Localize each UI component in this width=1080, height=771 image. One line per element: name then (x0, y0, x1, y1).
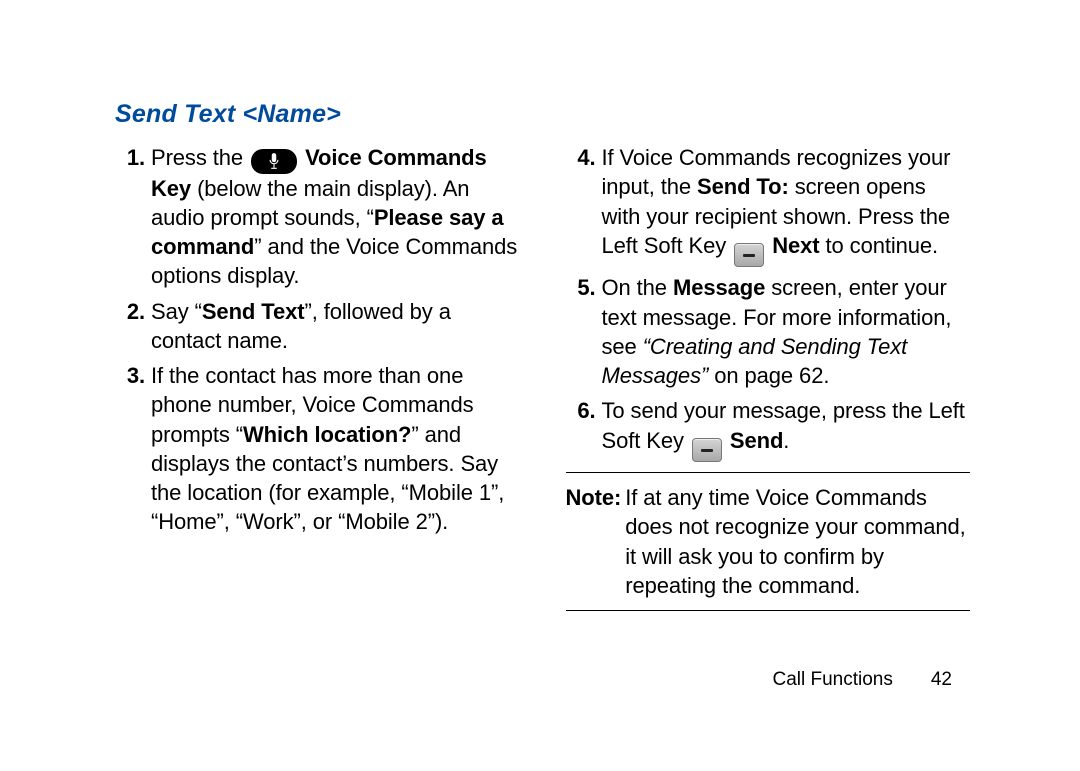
step-item: 4.If Voice Commands recognizes your inpu… (566, 143, 971, 267)
step-item: 6.To send your message, press the Left S… (566, 396, 971, 462)
step-number: 1. (115, 143, 151, 291)
note-label: Note: (566, 483, 626, 600)
bold-text: Send Text (202, 299, 305, 324)
step-item: 5.On the Message screen, enter your text… (566, 273, 971, 390)
footer-section: Call Functions (772, 669, 892, 691)
note-block: Note: If at any time Voice Commands does… (566, 483, 971, 600)
step-item: 2.Say “Send Text”, followed by a contact… (115, 297, 520, 356)
bold-text: Send To: (697, 174, 789, 199)
left-steps-list: 1.Press the Voice Commands Key (below th… (115, 143, 520, 537)
step-body: Press the Voice Commands Key (below the … (151, 143, 520, 291)
footer-page-number: 42 (931, 669, 952, 691)
bold-text: Message (673, 275, 765, 300)
step-number: 6. (566, 396, 602, 462)
step-body: If Voice Commands recognizes your input,… (602, 143, 971, 267)
step-body: On the Message screen, enter your text m… (602, 273, 971, 390)
section-heading: Send Text <Name> (115, 100, 970, 129)
note-separator-bottom (566, 610, 971, 611)
step-body: Say “Send Text”, followed by a contact n… (151, 297, 520, 356)
right-column: 4.If Voice Commands recognizes your inpu… (566, 143, 971, 731)
step-number: 2. (115, 297, 151, 356)
left-column: 1.Press the Voice Commands Key (below th… (115, 143, 520, 731)
note-separator-top (566, 472, 971, 473)
document-page: Send Text <Name> 1.Press the Voice Comma… (0, 0, 1080, 771)
soft-key-icon (692, 438, 722, 462)
step-item: 3.If the contact has more than one phone… (115, 361, 520, 537)
bold-text: Please say a command (151, 205, 504, 259)
bold-text: Voice Commands Key (151, 145, 487, 201)
right-steps-list: 4.If Voice Commands recognizes your inpu… (566, 143, 971, 462)
bold-text: Which location? (243, 422, 411, 447)
page-footer: Call Functions 42 (772, 669, 952, 691)
bold-text: Next (772, 233, 819, 258)
step-item: 1.Press the Voice Commands Key (below th… (115, 143, 520, 291)
step-body: If the contact has more than one phone n… (151, 361, 520, 537)
italic-reference: “Creating and Sending Text Messages” (602, 334, 908, 388)
bold-text: Send (730, 428, 783, 453)
soft-key-icon (734, 243, 764, 267)
note-body: If at any time Voice Commands does not r… (625, 483, 970, 600)
microphone-icon (251, 149, 297, 174)
step-number: 5. (566, 273, 602, 390)
step-number: 3. (115, 361, 151, 537)
step-number: 4. (566, 143, 602, 267)
step-body: To send your message, press the Left Sof… (602, 396, 971, 462)
two-column-layout: 1.Press the Voice Commands Key (below th… (115, 143, 970, 731)
